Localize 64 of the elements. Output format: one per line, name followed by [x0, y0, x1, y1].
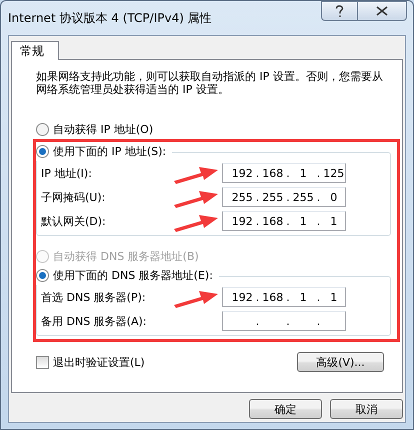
octet-separator: . [316, 166, 320, 180]
octet-value: 192 [232, 214, 253, 228]
advanced-button[interactable]: 高级(V)... [297, 352, 384, 372]
window-title: Internet 协议版本 4 (TCP/IPv4) 属性 [8, 10, 213, 26]
close-icon [376, 6, 388, 16]
octet-value: 0 [330, 190, 338, 204]
octet-separator: . [316, 190, 320, 204]
octet-value: 192 [232, 166, 253, 180]
octet-separator: . [286, 166, 290, 180]
octet-separator: . [256, 214, 260, 228]
cancel-button[interactable]: 取消 [330, 399, 403, 420]
octet-separator: . [286, 314, 290, 328]
octet-value: 255 [232, 190, 253, 204]
validate-checkbox[interactable] [36, 356, 49, 369]
arrow-icon [174, 214, 218, 232]
help-button[interactable] [321, 1, 357, 21]
octet-value: 168 [262, 166, 284, 180]
ip-address-field[interactable]: . . . [222, 311, 346, 332]
octet-value: 125 [323, 166, 344, 180]
octet-separator: . [256, 190, 260, 204]
octet-separator: . [256, 290, 260, 304]
radio-label: 自动获得 IP 地址(O) [53, 123, 154, 136]
octet-value: 1 [330, 214, 338, 228]
radio-label: 使用下面的 IP 地址(S): [53, 145, 166, 158]
ip-address-field[interactable]: 192 . 168 . 1 . 1 [222, 211, 346, 232]
octet-value: 1 [300, 214, 307, 228]
octet-value: 255 [262, 190, 284, 204]
octet-value: 192 [232, 290, 253, 304]
help-icon [335, 4, 344, 18]
octet-separator: . [286, 214, 290, 228]
radio-button[interactable] [36, 269, 49, 282]
field-label: 子网掩码(U): [41, 190, 106, 204]
octet-separator: . [316, 214, 320, 228]
octet-value: 168 [262, 290, 284, 304]
checkbox-label: 退出时验证设置(L) [53, 356, 145, 369]
radio-label: 自动获得 DNS 服务器地址(B) [53, 250, 199, 264]
radio-button[interactable] [36, 145, 49, 158]
field-label: 备用 DNS 服务器(A): [41, 314, 146, 328]
octet-separator: . [316, 314, 320, 328]
field-label: 首选 DNS 服务器(P): [41, 290, 146, 304]
octet-separator: . [286, 290, 290, 304]
octet-value: 1 [300, 290, 307, 304]
close-button[interactable] [357, 1, 407, 21]
field-label: IP 地址(I): [41, 166, 92, 180]
octet-separator: . [286, 190, 290, 204]
tab[interactable]: 常规 [11, 41, 59, 60]
ip-address-field[interactable]: 192 . 168 . 1 . 125 [222, 163, 346, 184]
octet-separator: . [316, 290, 320, 304]
octet-separator: . [256, 314, 260, 328]
octet-value: 1 [300, 166, 307, 180]
arrow-icon [174, 190, 218, 208]
ok-button[interactable]: 确定 [249, 399, 322, 420]
arrow-icon [174, 166, 218, 184]
octet-value: 1 [330, 290, 338, 304]
octet-value: 255 [292, 190, 314, 204]
octet-separator: . [256, 166, 260, 180]
radio-label: 使用下面的 DNS 服务器地址(E): [53, 269, 213, 282]
field-label: 默认网关(D): [41, 214, 106, 228]
ip-address-field[interactable]: 255 . 255 . 255 . 0 [222, 187, 346, 208]
description-text: 如果网络支持此功能，则可以获取自动指派的 IP 设置。否则，您需要从网络系统管理员处获得适当的 IP 设置。 [36, 70, 384, 96]
arrow-icon [174, 290, 218, 308]
ip-address-field[interactable]: 192 . 168 . 1 . 1 [222, 287, 346, 308]
radio-button[interactable] [36, 123, 49, 136]
octet-value: 168 [262, 214, 284, 228]
